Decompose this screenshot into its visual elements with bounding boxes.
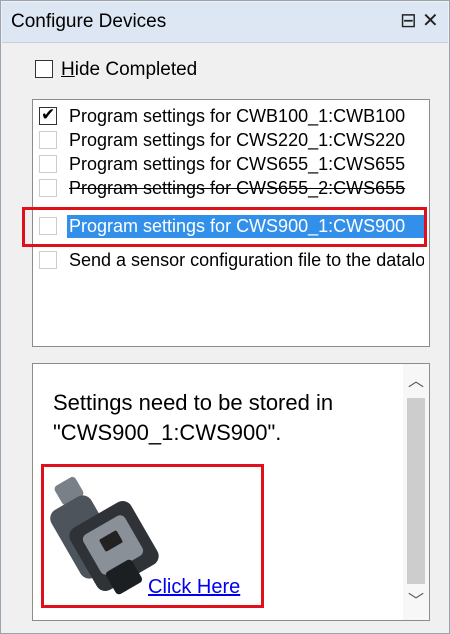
title-bar: Configure Devices ⊟ ✕ bbox=[2, 2, 448, 43]
float-window-icon[interactable]: ⊟ bbox=[400, 10, 417, 32]
click-here-link[interactable]: Click Here bbox=[148, 576, 240, 599]
scroll-up-icon[interactable]: ︿ bbox=[403, 370, 429, 394]
task-label: Program settings for CWS655_2:CWS655 bbox=[69, 178, 406, 198]
task-checkbox[interactable] bbox=[39, 217, 57, 235]
task-checkbox[interactable] bbox=[39, 131, 57, 149]
task-label: Program settings for CWB100_1:CWB100 bbox=[69, 106, 406, 126]
task-list[interactable]: ✔ Program settings for CWB100_1:CWB100 P… bbox=[32, 99, 430, 347]
task-item[interactable]: ✔ Program settings for CWB100_1:CWB100 bbox=[33, 104, 427, 128]
task-item[interactable]: Send a sensor configuration file to the … bbox=[33, 248, 427, 272]
configure-devices-panel: Configure Devices ⊟ ✕ Hide Completed ✔ P… bbox=[0, 0, 450, 634]
help-panel: Settings need to be stored in "CWS900_1:… bbox=[32, 363, 430, 621]
hide-completed-box[interactable] bbox=[35, 60, 53, 78]
task-label: Program settings for CWS900_1:CWS900 bbox=[67, 215, 424, 238]
checkmark-icon: ✔ bbox=[41, 105, 56, 124]
task-item[interactable]: Program settings for CWS655_1:CWS655 bbox=[33, 152, 427, 176]
help-message: Settings need to be stored in "CWS900_1:… bbox=[53, 390, 334, 445]
scroll-thumb[interactable] bbox=[407, 398, 425, 584]
scroll-down-icon[interactable]: ﹀ bbox=[403, 590, 429, 614]
task-item[interactable]: Program settings for CWS655_2:CWS655 bbox=[33, 176, 427, 200]
task-checkbox[interactable] bbox=[39, 251, 57, 269]
task-label: Program settings for CWS220_1:CWS220 bbox=[69, 130, 406, 150]
task-label: Program settings for CWS655_1:CWS655 bbox=[69, 154, 406, 174]
task-checkbox[interactable] bbox=[39, 179, 57, 197]
panel-title: Configure Devices bbox=[11, 11, 167, 32]
task-checkbox[interactable]: ✔ bbox=[39, 105, 57, 125]
hide-completed-label[interactable]: Hide Completed bbox=[61, 59, 197, 81]
task-checkbox[interactable] bbox=[39, 155, 57, 173]
close-icon[interactable]: ✕ bbox=[422, 10, 439, 32]
vertical-scrollbar[interactable]: ︿ ﹀ bbox=[403, 364, 429, 620]
task-item-selected[interactable]: Program settings for CWS900_1:CWS900 bbox=[33, 214, 427, 238]
task-label: Send a sensor configuration file to the … bbox=[69, 250, 424, 270]
task-item[interactable]: Program settings for CWS220_1:CWS220 bbox=[33, 128, 427, 152]
